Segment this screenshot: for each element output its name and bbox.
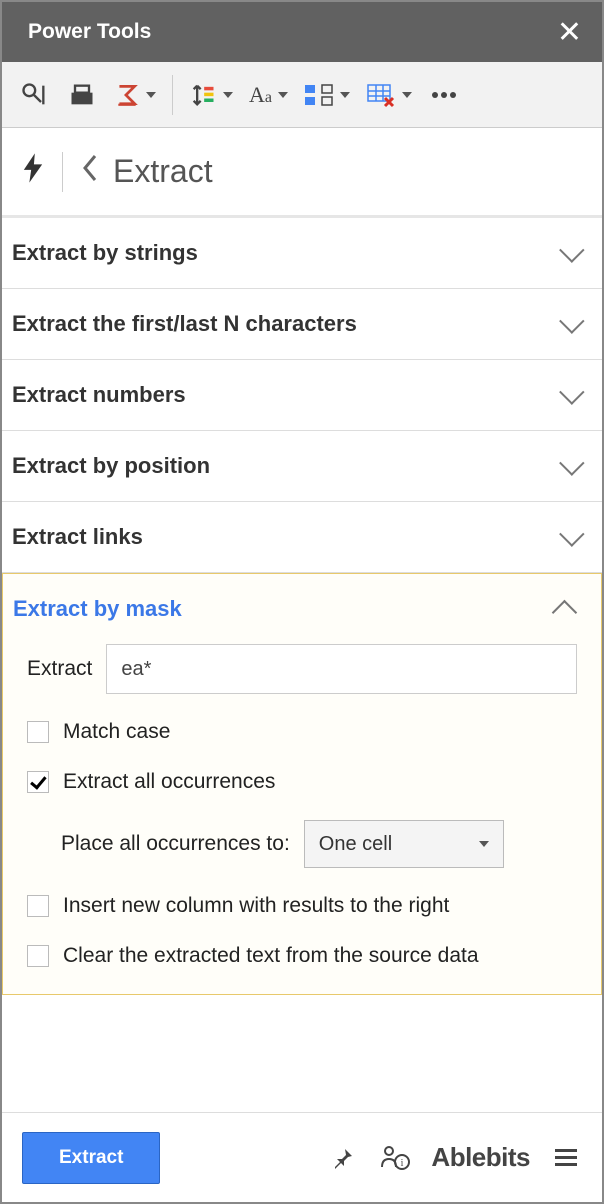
section-extract-by-strings[interactable]: Extract by strings bbox=[2, 218, 602, 289]
extract-label: Extract bbox=[27, 657, 92, 681]
sum-icon[interactable] bbox=[108, 73, 162, 117]
info-person-icon[interactable]: i bbox=[379, 1142, 411, 1174]
smart-toolbox-icon[interactable] bbox=[12, 73, 56, 117]
chevron-down-icon bbox=[559, 308, 584, 333]
back-icon[interactable] bbox=[81, 154, 99, 190]
insert-column-label: Insert new column with results to the ri… bbox=[63, 894, 449, 918]
section-title: Extract numbers bbox=[12, 382, 186, 408]
extract-button[interactable]: Extract bbox=[22, 1132, 160, 1184]
close-icon[interactable]: ✕ bbox=[557, 15, 582, 50]
mask-pattern-input[interactable] bbox=[106, 644, 577, 694]
chevron-down-icon bbox=[559, 450, 584, 475]
chevron-down-icon bbox=[559, 237, 584, 262]
match-case-label: Match case bbox=[63, 720, 170, 744]
svg-text:i: i bbox=[401, 1158, 404, 1169]
section-extract-by-mask[interactable]: Extract by mask bbox=[3, 574, 601, 644]
chevron-down-icon bbox=[559, 379, 584, 404]
page-title: Extract bbox=[113, 153, 213, 190]
section-first-last-n[interactable]: Extract the first/last N characters bbox=[2, 289, 602, 360]
section-title: Extract by strings bbox=[12, 240, 198, 266]
menu-icon[interactable] bbox=[550, 1142, 582, 1174]
more-icon[interactable] bbox=[422, 73, 466, 117]
all-occurrences-checkbox[interactable] bbox=[27, 771, 49, 793]
text-case-icon[interactable]: Aa bbox=[243, 73, 294, 117]
place-occurrences-label: Place all occurrences to: bbox=[61, 832, 290, 856]
brand-logo[interactable]: Ablebits bbox=[431, 1142, 530, 1173]
match-case-checkbox[interactable] bbox=[27, 721, 49, 743]
chevron-down-icon bbox=[559, 521, 584, 546]
clear-source-checkbox[interactable] bbox=[27, 945, 49, 967]
section-extract-by-position[interactable]: Extract by position bbox=[2, 431, 602, 502]
insert-column-checkbox[interactable] bbox=[27, 895, 49, 917]
section-title: Extract by mask bbox=[13, 596, 182, 622]
section-title: Extract the first/last N characters bbox=[12, 311, 357, 337]
chevron-up-icon bbox=[552, 600, 577, 625]
window-title: Power Tools bbox=[28, 20, 151, 44]
toolbar: Aa bbox=[2, 62, 602, 128]
dedupe-icon[interactable] bbox=[60, 73, 104, 117]
chevron-down-icon bbox=[479, 841, 489, 847]
section-title: Extract links bbox=[12, 524, 143, 550]
select-value: One cell bbox=[319, 833, 392, 856]
remove-table-icon[interactable] bbox=[360, 73, 418, 117]
section-title: Extract by position bbox=[12, 453, 210, 479]
pin-icon[interactable] bbox=[327, 1142, 359, 1174]
section-extract-links[interactable]: Extract links bbox=[2, 502, 602, 573]
sort-icon[interactable] bbox=[183, 73, 239, 117]
section-extract-numbers[interactable]: Extract numbers bbox=[2, 360, 602, 431]
all-occurrences-label: Extract all occurrences bbox=[63, 770, 275, 794]
bolt-icon[interactable] bbox=[22, 153, 44, 190]
split-icon[interactable] bbox=[298, 73, 356, 117]
place-occurrences-select[interactable]: One cell bbox=[304, 820, 504, 868]
clear-source-label: Clear the extracted text from the source… bbox=[63, 944, 479, 968]
